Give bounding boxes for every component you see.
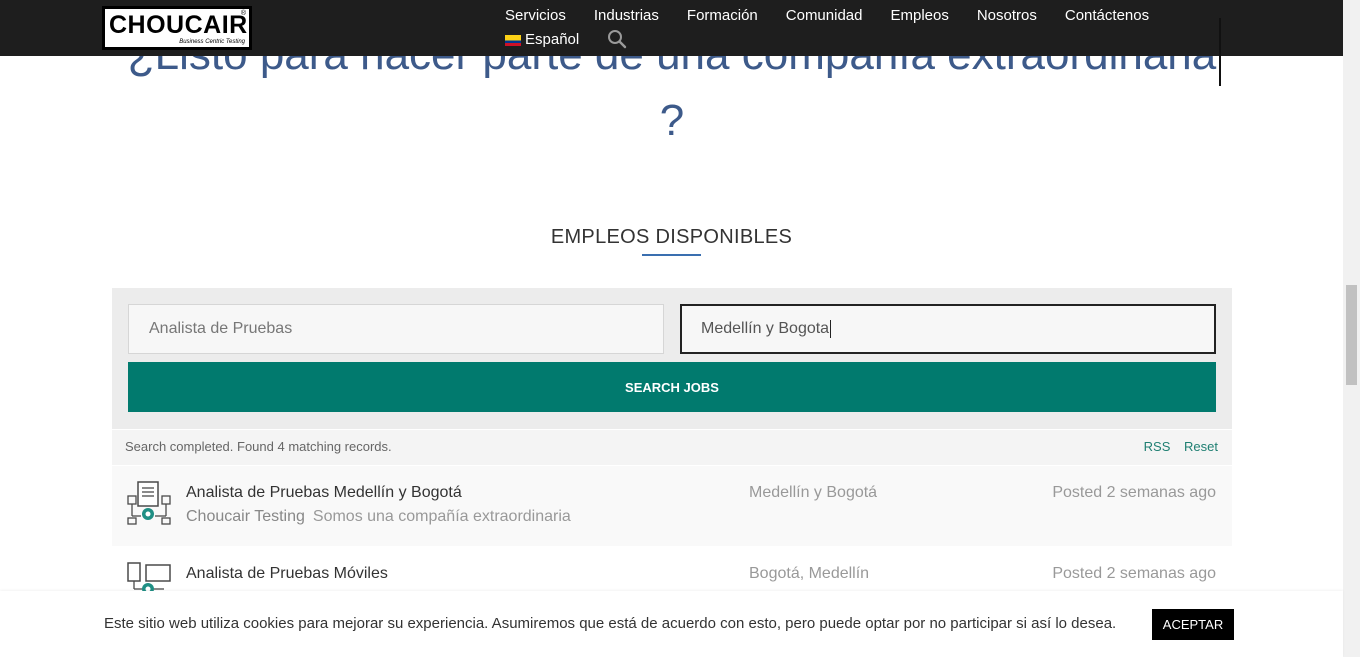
company-name: Choucair Testing [186,508,305,525]
results-status-bar: Search completed. Found 4 matching recor… [112,430,1232,465]
cookie-consent-bar: Este sitio web utiliza cookies para mejo… [0,591,1343,657]
logo-tagline: Business Centric Testing [179,39,245,45]
scrollbar-thumb[interactable] [1346,285,1357,385]
section-title: EMPLEOS DISPONIBLES [550,226,793,248]
job-location: Bogotá, Medellín [749,565,870,582]
company-tagline: Somos una compañía extraordinaria [312,508,571,525]
nav-item-formacion[interactable]: Formación [687,7,758,25]
job-location: Medellín y Bogotá [749,484,878,501]
rss-link[interactable]: RSS [1144,439,1171,454]
nav-item-contactenos[interactable]: Contáctenos [1065,7,1149,25]
job-posted-date: Posted 2 semanas ago [1052,565,1216,582]
location-input[interactable]: Medellín y Bogota [680,304,1216,354]
job-listing-row[interactable]: Analista de Pruebas Medellín y Bogotá Ch… [112,466,1232,546]
search-jobs-button[interactable]: SEARCH JOBS [128,362,1216,412]
nav-item-empleos[interactable]: Empleos [890,7,948,25]
job-search-form: Analista de Pruebas Medellín y Bogota SE… [112,288,1232,429]
choucair-logo[interactable]: CHOUCAIR ® Business Centric Testing [102,6,252,50]
nav-secondary-row: Español [505,30,627,50]
job-title[interactable]: Analista de Pruebas Móviles [186,565,388,583]
location-input-value: Medellín y Bogota [701,320,830,337]
cookie-message: Este sitio web utiliza cookies para mejo… [104,615,1117,632]
reset-link[interactable]: Reset [1184,439,1218,454]
top-navigation-bar: CHOUCAIR ® Business Centric Testing Serv… [0,0,1343,56]
main-nav: Servicios Industrias Formación Comunidad… [505,7,1177,25]
nav-item-servicios[interactable]: Servicios [505,7,566,25]
job-title[interactable]: Analista de Pruebas Medellín y Bogotá [186,484,462,502]
logo-registered-mark: ® [240,10,246,17]
results-actions: RSS Reset [1134,439,1218,454]
nav-item-nosotros[interactable]: Nosotros [977,7,1037,25]
keywords-input[interactable]: Analista de Pruebas [128,304,664,354]
job-posted-date: Posted 2 semanas ago [1052,484,1216,501]
language-selector[interactable]: Español [525,31,579,49]
job-company: Choucair Testing Somos una compañía extra… [186,508,571,526]
accept-cookies-button[interactable]: ACEPTAR [1152,609,1234,640]
nav-item-industrias[interactable]: Industrias [594,7,659,25]
nav-item-comunidad[interactable]: Comunidad [786,7,863,25]
section-title-underline [642,254,701,256]
results-status-text: Search completed. Found 4 matching recor… [125,439,392,454]
magnifier-icon[interactable] [607,29,627,49]
page-scrollbar[interactable] [1343,0,1360,657]
document-gear-icon [127,481,171,525]
input-caret [830,319,832,338]
text-cursor-line [1219,18,1221,86]
hero-heading-line2: ? [659,96,685,145]
colombia-flag-icon [505,34,521,46]
logo-text: CHOUCAIR [109,11,248,39]
